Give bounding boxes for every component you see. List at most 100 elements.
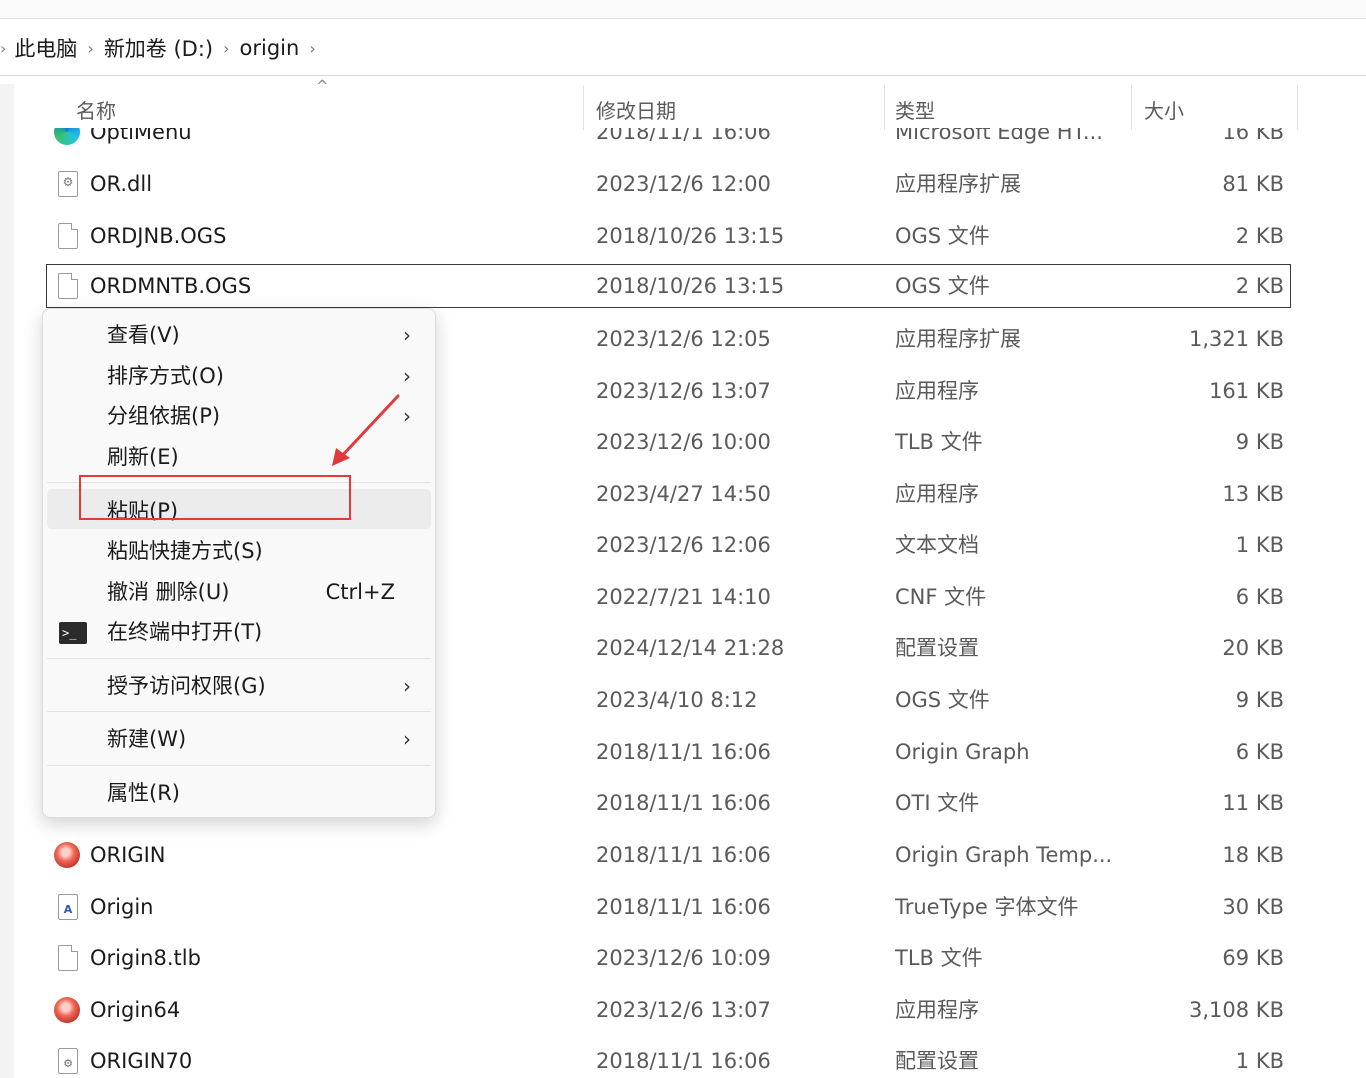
file-type: TrueType 字体文件 — [895, 895, 1079, 919]
file-date: 2018/10/26 13:15 — [596, 224, 785, 248]
file-type: OTI 文件 — [895, 791, 980, 815]
file-size: 18 KB — [1222, 843, 1284, 867]
file-date: 2023/12/6 12:06 — [596, 533, 771, 557]
menu-item-label: 粘贴(P) — [107, 499, 179, 523]
breadcrumb-this-pc[interactable]: 此电脑 — [8, 33, 83, 63]
menu-item-label: 刷新(E) — [107, 445, 179, 469]
file-date: 2018/11/1 16:06 — [596, 1049, 771, 1073]
file-type: 应用程序扩展 — [895, 172, 1021, 196]
breadcrumb-chevron-icon[interactable]: › — [219, 39, 233, 58]
file-size: 6 KB — [1235, 585, 1284, 609]
file-size: 69 KB — [1222, 946, 1284, 970]
breadcrumb-chevron-icon[interactable]: › — [305, 39, 319, 58]
menu-divider — [47, 658, 431, 659]
file-date: 2018/10/26 13:15 — [596, 274, 785, 298]
menu-item-group[interactable]: 分组依据(P) › — [47, 396, 431, 436]
file-type: CNF 文件 — [895, 585, 987, 609]
file-date: 2018/11/1 16:06 — [596, 791, 771, 815]
file-type: Origin Graph — [895, 740, 1030, 764]
table-row[interactable]: ORDJNB.OGS 2018/10/26 13:15 OGS 文件 2 KB — [14, 210, 1366, 262]
origin-icon — [54, 997, 80, 1023]
file-size: 81 KB — [1222, 172, 1284, 196]
file-date: 2023/12/6 10:00 — [596, 430, 771, 454]
menu-item-view[interactable]: 查看(V) › — [47, 315, 431, 355]
file-type: 配置设置 — [895, 636, 979, 660]
menu-item-open-in-terminal[interactable]: >_ 在终端中打开(T) — [47, 612, 431, 652]
file-date: 2023/4/27 14:50 — [596, 482, 771, 506]
menu-item-label: 查看(V) — [107, 323, 180, 347]
file-type: 配置设置 — [895, 1049, 979, 1073]
file-name: Origin8.tlb — [90, 946, 201, 970]
table-row[interactable]: A Origin 2018/11/1 16:06 TrueType 字体文件 3… — [14, 881, 1366, 933]
file-size: 9 KB — [1235, 430, 1284, 454]
column-divider[interactable] — [1131, 85, 1132, 130]
file-name: OR.dll — [90, 172, 153, 196]
file-date: 2024/12/14 21:28 — [596, 636, 785, 660]
column-divider[interactable] — [583, 85, 584, 130]
file-type: OGS 文件 — [895, 224, 990, 248]
column-header-size-label: 大小 — [1144, 98, 1184, 123]
menu-item-sort[interactable]: 排序方式(O) › — [47, 356, 431, 396]
keyboard-shortcut: Ctrl+Z — [325, 580, 395, 604]
menu-item-paste-shortcut[interactable]: 粘贴快捷方式(S) — [47, 531, 431, 571]
context-menu: 查看(V) › 排序方式(O) › 分组依据(P) › 刷新(E) 粘贴(P) … — [42, 308, 436, 818]
table-row[interactable]: ⚙ ORIGIN70 2018/11/1 16:06 配置设置 1 KB — [14, 1035, 1366, 1078]
menu-divider — [47, 711, 431, 712]
file-name: ORDMNTB.OGS — [90, 274, 252, 298]
file-type: TLB 文件 — [895, 430, 983, 454]
column-header-name[interactable]: 名称 — [76, 87, 576, 131]
column-divider[interactable] — [884, 85, 885, 130]
file-size: 11 KB — [1222, 791, 1284, 815]
file-name: ORIGIN — [90, 843, 166, 867]
font-icon: A — [58, 894, 78, 920]
file-date: 2023/12/6 13:07 — [596, 379, 771, 403]
column-header-size[interactable]: 大小 — [1144, 87, 1284, 131]
menu-item-refresh[interactable]: 刷新(E) — [47, 437, 431, 477]
breadcrumb-chevron-icon[interactable]: › — [83, 39, 97, 58]
file-type: 应用程序扩展 — [895, 327, 1021, 351]
file-icon — [58, 223, 78, 249]
table-row[interactable]: Origin8.tlb 2023/12/6 10:09 TLB 文件 69 KB — [14, 932, 1366, 984]
column-divider[interactable] — [1297, 85, 1298, 130]
breadcrumb-origin[interactable]: origin — [234, 36, 306, 60]
menu-item-new[interactable]: 新建(W) › — [47, 719, 431, 759]
menu-item-label: 新建(W) — [107, 727, 187, 751]
file-type: 应用程序 — [895, 379, 979, 403]
menu-item-label: 分组依据(P) — [107, 404, 221, 428]
file-size: 1 KB — [1235, 533, 1284, 557]
column-header-date[interactable]: 修改日期 — [596, 87, 876, 131]
file-size: 30 KB — [1222, 895, 1284, 919]
file-date: 2022/7/21 14:10 — [596, 585, 771, 609]
dll-icon: ⚙ — [58, 171, 78, 197]
menu-item-undo-delete[interactable]: 撤消 删除(U) Ctrl+Z — [47, 572, 431, 612]
origin-icon — [54, 842, 80, 868]
file-size: 3,108 KB — [1189, 998, 1284, 1022]
table-row[interactable]: ORIGIN 2018/11/1 16:06 Origin Graph Temp… — [14, 829, 1366, 881]
file-size: 161 KB — [1209, 379, 1284, 403]
file-date: 2018/11/1 16:06 — [596, 843, 771, 867]
chevron-right-icon: › — [403, 674, 411, 698]
file-type: TLB 文件 — [895, 946, 983, 970]
file-type: 文本文档 — [895, 533, 979, 557]
file-size: 1 KB — [1235, 1049, 1284, 1073]
column-header-type[interactable]: 类型 — [895, 87, 1135, 131]
menu-item-label: 粘贴快捷方式(S) — [107, 539, 263, 563]
file-name: ORIGIN70 — [90, 1049, 193, 1073]
table-row[interactable]: Origin64 2023/12/6 13:07 应用程序 3,108 KB — [14, 984, 1366, 1036]
table-row[interactable]: ⚙ OR.dll 2023/12/6 12:00 应用程序扩展 81 KB — [14, 158, 1366, 210]
menu-item-grant-access[interactable]: 授予访问权限(G) › — [47, 666, 431, 706]
menu-item-paste[interactable]: 粘贴(P) — [47, 489, 431, 529]
file-name: ORDJNB.OGS — [90, 224, 227, 248]
file-date: 2023/4/10 8:12 — [596, 688, 758, 712]
breadcrumb: › 此电脑 › 新加卷 (D:) › origin › — [0, 33, 320, 63]
file-date: 2018/11/1 16:06 — [596, 740, 771, 764]
menu-item-label: 撤消 删除(U) — [107, 580, 230, 604]
breadcrumb-drive-d[interactable]: 新加卷 (D:) — [98, 33, 219, 63]
menu-item-label: 授予访问权限(G) — [107, 674, 266, 698]
file-size: 2 KB — [1235, 274, 1284, 298]
file-date: 2018/11/1 16:06 — [596, 895, 771, 919]
file-type: Origin Graph Temp... — [895, 843, 1113, 867]
file-size: 6 KB — [1235, 740, 1284, 764]
file-size: 20 KB — [1222, 636, 1284, 660]
menu-item-properties[interactable]: 属性(R) — [47, 773, 431, 813]
